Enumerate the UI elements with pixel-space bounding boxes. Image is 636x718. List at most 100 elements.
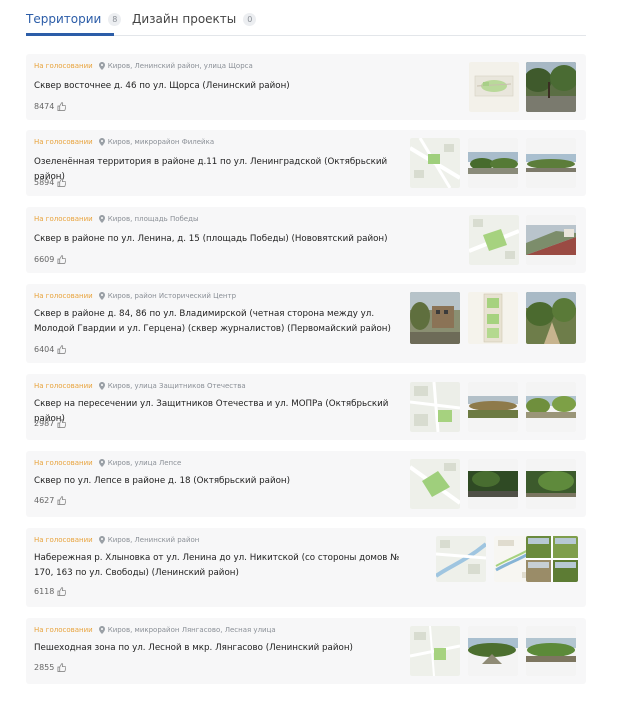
status-badge: На голосовании bbox=[34, 382, 93, 390]
thumbs-up-icon bbox=[57, 663, 67, 672]
likes-counter[interactable]: 5894 bbox=[34, 178, 67, 187]
photo-image[interactable] bbox=[410, 292, 460, 344]
photo-image[interactable] bbox=[526, 382, 576, 432]
thumbs-up-icon bbox=[57, 496, 67, 505]
likes-count: 2855 bbox=[34, 663, 55, 672]
likes-counter[interactable]: 2855 bbox=[34, 663, 67, 672]
project-card[interactable]: На голосовании Киров, Ленинский район, у… bbox=[26, 54, 586, 120]
thumbs-up-icon bbox=[57, 587, 67, 596]
project-card[interactable]: На голосовании Киров, улица Защитников О… bbox=[26, 374, 586, 440]
location-text: Киров, улица Лепсе bbox=[107, 459, 182, 467]
card-meta: На голосовании Киров, микрорайон Лянгасо… bbox=[34, 626, 276, 634]
likes-count: 6118 bbox=[34, 587, 55, 596]
project-title[interactable]: Сквер в районе д. 84, 86 по ул. Владимир… bbox=[34, 307, 404, 337]
map-image[interactable] bbox=[410, 382, 460, 432]
card-meta: На голосовании Киров, Ленинский район, у… bbox=[34, 62, 253, 70]
likes-counter[interactable]: 8474 bbox=[34, 102, 67, 111]
location-text: Киров, Ленинский район, улица Щорса bbox=[107, 62, 253, 70]
thumbs-up-icon bbox=[57, 255, 67, 264]
likes-counter[interactable]: 4627 bbox=[34, 496, 67, 505]
map-pin-icon bbox=[98, 62, 105, 70]
photo-image[interactable] bbox=[526, 215, 576, 265]
likes-count: 2987 bbox=[34, 419, 55, 428]
project-card[interactable]: На голосовании Киров, микрорайон Лянгасо… bbox=[26, 618, 586, 684]
map-pin-icon bbox=[98, 382, 105, 390]
project-title[interactable]: Сквер на пересечении ул. Защитников Отеч… bbox=[34, 397, 404, 427]
status-badge: На голосовании bbox=[34, 62, 93, 70]
map-pin-icon bbox=[98, 292, 105, 300]
tab-design-projects-label: Дизайн проекты bbox=[132, 12, 237, 26]
plan-image[interactable] bbox=[469, 62, 519, 112]
card-meta: На голосовании Киров, улица Лепсе bbox=[34, 459, 181, 467]
plan-image[interactable] bbox=[468, 292, 518, 344]
project-title[interactable]: Сквер в районе по ул. Ленина, д. 15 (пло… bbox=[34, 232, 454, 247]
map-pin-icon bbox=[98, 459, 105, 467]
thumbs-up-icon bbox=[57, 345, 67, 354]
map-image[interactable] bbox=[410, 459, 460, 509]
map-pin-icon bbox=[98, 536, 105, 544]
photo-image[interactable] bbox=[526, 459, 576, 509]
photo-image[interactable] bbox=[468, 626, 518, 676]
thumbs-up-icon bbox=[57, 419, 67, 428]
thumbs-up-icon bbox=[57, 102, 67, 111]
status-badge: На голосовании bbox=[34, 292, 93, 300]
thumbs-up-icon bbox=[57, 178, 67, 187]
project-card[interactable]: На голосовании Киров, площадь Победы Скв… bbox=[26, 207, 586, 273]
map-image[interactable] bbox=[436, 536, 486, 582]
project-title[interactable]: Пешеходная зона по ул. Лесной в мкр. Лян… bbox=[34, 641, 404, 656]
card-meta: На голосовании Киров, Ленинский район bbox=[34, 536, 199, 544]
location-text: Киров, микрорайон Филейка bbox=[107, 138, 215, 146]
map-image[interactable] bbox=[469, 215, 519, 265]
location-text: Киров, площадь Победы bbox=[107, 215, 199, 223]
status-badge: На голосовании bbox=[34, 626, 93, 634]
project-card[interactable]: На голосовании Киров, улица Лепсе Сквер … bbox=[26, 451, 586, 517]
likes-count: 8474 bbox=[34, 102, 55, 111]
photo-image[interactable] bbox=[526, 62, 576, 112]
project-title[interactable]: Набережная р. Хлыновка от ул. Ленина до … bbox=[34, 551, 404, 581]
map-pin-icon bbox=[98, 626, 105, 634]
photo-image[interactable] bbox=[468, 382, 518, 432]
likes-count: 5894 bbox=[34, 178, 55, 187]
tab-design-projects[interactable]: Дизайн проекты 0 bbox=[132, 12, 257, 26]
likes-counter[interactable]: 2987 bbox=[34, 419, 67, 428]
likes-counter[interactable]: 6609 bbox=[34, 255, 67, 264]
project-title[interactable]: Сквер восточнее д. 46 по ул. Щорса (Лени… bbox=[34, 79, 454, 94]
photo-image[interactable] bbox=[468, 459, 518, 509]
map-image[interactable] bbox=[410, 138, 460, 188]
photo-image[interactable] bbox=[526, 292, 576, 344]
map-image[interactable] bbox=[410, 626, 460, 676]
location-text: Киров, улица Защитников Отечества bbox=[107, 382, 246, 390]
tabs-bar: Территории 8 Дизайн проекты 0 bbox=[26, 0, 586, 36]
status-badge: На голосовании bbox=[34, 536, 93, 544]
photo-grid-image[interactable] bbox=[526, 536, 578, 582]
location-text: Киров, район Исторический Центр bbox=[107, 292, 237, 300]
project-card[interactable]: На голосовании Киров, район Исторический… bbox=[26, 284, 586, 363]
map-pin-icon bbox=[98, 215, 105, 223]
likes-count: 6609 bbox=[34, 255, 55, 264]
likes-count: 6404 bbox=[34, 345, 55, 354]
map-pin-icon bbox=[98, 138, 105, 146]
tab-territories[interactable]: Территории 8 bbox=[26, 12, 122, 26]
location-text: Киров, Ленинский район bbox=[107, 536, 200, 544]
photo-image[interactable] bbox=[468, 138, 518, 188]
card-meta: На голосовании Киров, улица Защитников О… bbox=[34, 382, 246, 390]
likes-count: 4627 bbox=[34, 496, 55, 505]
project-card[interactable]: На голосовании Киров, микрорайон Филейка… bbox=[26, 130, 586, 196]
status-badge: На голосовании bbox=[34, 459, 93, 467]
location-text: Киров, микрорайон Лянгасово, Лесная улиц… bbox=[107, 626, 276, 634]
tab-territories-count: 8 bbox=[108, 12, 122, 26]
status-badge: На голосовании bbox=[34, 215, 93, 223]
card-meta: На голосовании Киров, район Исторический… bbox=[34, 292, 236, 300]
photo-image[interactable] bbox=[526, 138, 576, 188]
likes-counter[interactable]: 6404 bbox=[34, 345, 67, 354]
status-badge: На голосовании bbox=[34, 138, 93, 146]
tab-design-projects-count: 0 bbox=[243, 12, 257, 26]
project-title[interactable]: Озеленённая территория в районе д.11 по … bbox=[34, 155, 414, 185]
likes-counter[interactable]: 6118 bbox=[34, 587, 67, 596]
photo-image[interactable] bbox=[526, 626, 576, 676]
tab-territories-label: Территории bbox=[26, 12, 102, 26]
project-title[interactable]: Сквер по ул. Лепсе в районе д. 18 (Октяб… bbox=[34, 474, 404, 489]
project-card[interactable]: На голосовании Киров, Ленинский район На… bbox=[26, 528, 586, 607]
active-tab-indicator bbox=[26, 33, 114, 36]
card-meta: На голосовании Киров, площадь Победы bbox=[34, 215, 198, 223]
